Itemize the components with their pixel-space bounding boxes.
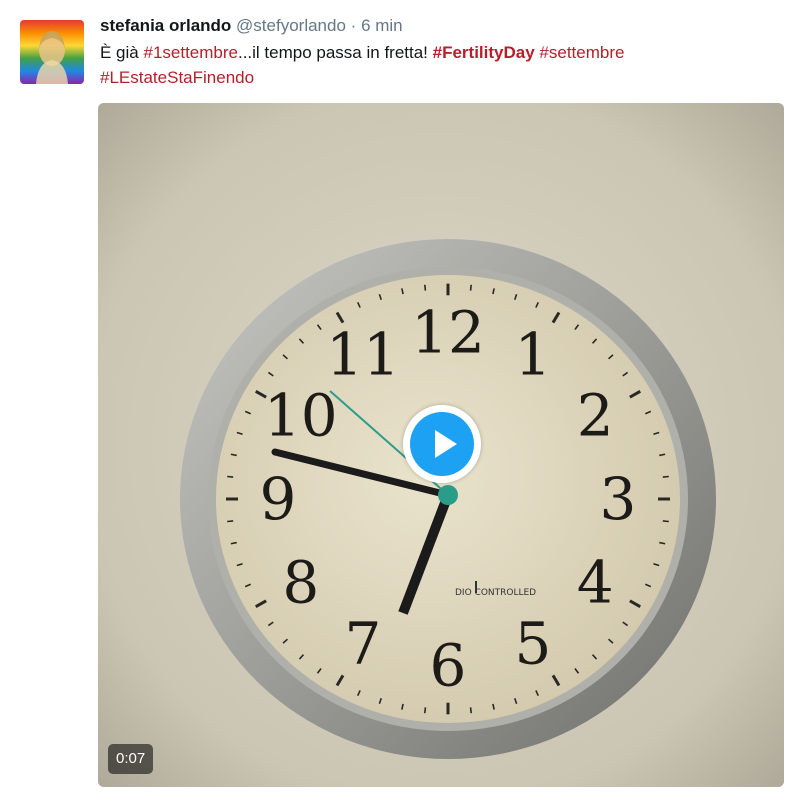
clock-numeral: 3	[600, 465, 637, 533]
clock-tick	[662, 475, 669, 478]
clock-numeral: 6	[430, 632, 467, 700]
tweet-timestamp[interactable]: 6 min	[361, 16, 403, 35]
clock-tick	[423, 284, 427, 291]
clock-numeral: 9	[260, 465, 297, 533]
hashtag-link[interactable]: #FertilityDay	[433, 43, 535, 62]
clock-numeral: 11	[326, 321, 400, 389]
avatar-image	[20, 20, 84, 84]
separator-dot: ·	[350, 16, 357, 35]
profile-avatar[interactable]	[20, 20, 84, 84]
clock-label: DIO CONTROLLED	[455, 588, 536, 598]
hashtag-link[interactable]: #LEstateStaFinendo	[100, 68, 254, 87]
tweet-header: stefania orlando @stefyorlando · 6 min	[100, 14, 403, 38]
clock-center	[438, 485, 458, 505]
hashtag-link[interactable]: #settembre	[539, 43, 624, 62]
clock-tick	[469, 284, 473, 291]
clock-tick	[469, 707, 473, 714]
clock: 12 12 3 45678 9 1011 DIO CONTROLLED	[180, 239, 716, 759]
clock-tick	[227, 475, 234, 478]
clock-numeral: 1	[515, 321, 552, 389]
play-icon	[410, 412, 474, 476]
play-button[interactable]	[403, 405, 481, 483]
clock-numeral: 7	[345, 609, 382, 677]
tweet-card: stefania orlando @stefyorlando · 6 min È…	[0, 0, 800, 802]
video-duration-badge: 0:07	[108, 744, 154, 774]
hashtag-link[interactable]: #1settembre	[143, 43, 238, 62]
text-fragment: ...il tempo passa in fretta!	[237, 43, 433, 62]
clock-tick	[662, 520, 669, 523]
clock-numeral: 4	[577, 548, 614, 616]
clock-numeral: 12	[411, 298, 485, 366]
text-fragment: È già	[100, 43, 144, 62]
clock-numeral: 8	[282, 548, 319, 616]
clock-tick	[227, 520, 234, 523]
author-handle[interactable]: @stefyorlando	[236, 16, 346, 35]
tweet-text: È già #1settembre...il tempo passa in fr…	[100, 40, 780, 90]
clock-numeral: 2	[577, 382, 614, 450]
clock-tick	[423, 707, 427, 714]
clock-numeral: 10	[264, 382, 338, 450]
clock-numeral: 5	[515, 609, 552, 677]
author-name[interactable]: stefania orlando	[100, 16, 231, 35]
